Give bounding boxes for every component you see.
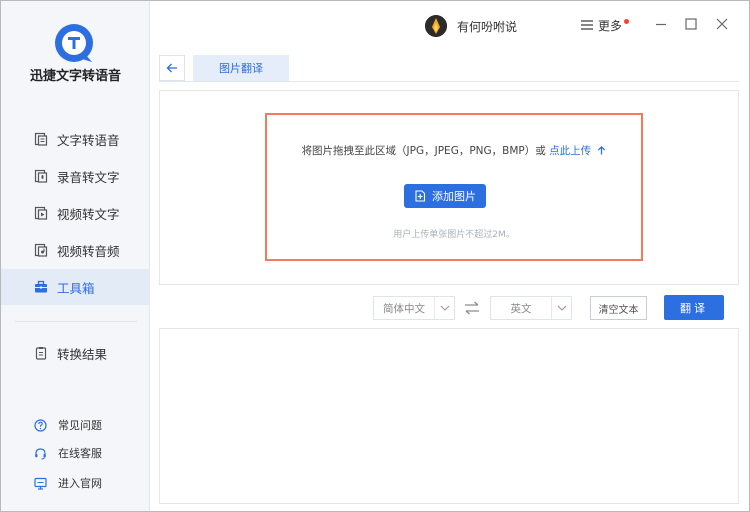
maximize-button[interactable] bbox=[683, 16, 699, 32]
more-label: 更多 bbox=[598, 18, 623, 33]
result-icon bbox=[34, 346, 48, 360]
add-image-button[interactable]: 添加图片 bbox=[404, 184, 486, 208]
user-account[interactable]: 有何吩咐说 bbox=[425, 14, 517, 38]
user-name: 有何吩咐说 bbox=[457, 19, 518, 34]
sidebar-item-label: 视频转音频 bbox=[57, 243, 120, 259]
arrow-left-icon bbox=[166, 63, 177, 73]
swap-icon bbox=[465, 301, 479, 315]
close-icon bbox=[716, 18, 728, 30]
sidebar-faq-label: 常见问题 bbox=[58, 419, 102, 432]
sidebar-item-video-to-audio[interactable]: 视频转音频 bbox=[1, 232, 150, 268]
menu-icon bbox=[581, 20, 593, 30]
sidebar-item-text-to-speech[interactable]: 文字转语音 bbox=[1, 121, 150, 157]
sidebar-divider bbox=[15, 321, 137, 322]
headset-icon bbox=[34, 447, 47, 460]
notification-dot bbox=[624, 18, 630, 24]
avatar bbox=[425, 15, 447, 37]
tab-image-translate[interactable]: 图片翻译 bbox=[193, 55, 289, 81]
image-dropzone[interactable]: 将图片拖拽至此区域（JPG，JPEG，PNG，BMP）或 点此上传 添加图片 用… bbox=[265, 113, 643, 261]
text-doc-icon bbox=[34, 132, 48, 146]
sidebar-item-record-to-text[interactable]: 录音转文字 bbox=[1, 158, 150, 194]
sidebar-item-label: 文字转语音 bbox=[57, 132, 120, 148]
sidebar-faq[interactable]: 常见问题 bbox=[1, 414, 150, 436]
maximize-icon bbox=[685, 18, 697, 30]
sidebar-item-results[interactable]: 转换结果 bbox=[1, 335, 150, 371]
upload-link-label: 点此上传 bbox=[549, 145, 592, 157]
more-menu-button[interactable]: 更多 bbox=[581, 16, 630, 34]
sidebar-item-label: 录音转文字 bbox=[57, 169, 120, 185]
sidebar-official-site[interactable]: 进入官网 bbox=[1, 472, 150, 494]
close-button[interactable] bbox=[714, 16, 730, 32]
sidebar: 迅捷文字转语音 文字转语音 录音转文字 视频转文字 视频转音频 工具箱 转换结果… bbox=[1, 1, 150, 511]
toolbox-icon bbox=[34, 280, 48, 294]
sidebar-item-video-to-text[interactable]: 视频转文字 bbox=[1, 195, 150, 231]
sidebar-customer-service[interactable]: 在线客服 bbox=[1, 442, 150, 464]
translate-button[interactable]: 翻译 bbox=[664, 295, 724, 320]
sidebar-item-label: 工具箱 bbox=[57, 280, 95, 296]
record-icon bbox=[34, 169, 48, 183]
upload-hint: 用户上传单张图片不超过2M。 bbox=[393, 230, 515, 240]
sidebar-service-label: 在线客服 bbox=[58, 447, 102, 460]
app-name: 迅捷文字转语音 bbox=[29, 69, 121, 84]
sidebar-item-label: 转换结果 bbox=[57, 346, 108, 362]
source-language-value: 简体中文 bbox=[383, 302, 425, 315]
minimize-button[interactable] bbox=[653, 16, 669, 32]
monitor-icon bbox=[34, 477, 47, 490]
source-language-select[interactable]: 简体中文 bbox=[373, 296, 455, 320]
app-logo-icon bbox=[55, 24, 93, 62]
app-window: 迅捷文字转语音 文字转语音 录音转文字 视频转文字 视频转音频 工具箱 转换结果… bbox=[0, 0, 750, 512]
swap-languages-button[interactable] bbox=[462, 299, 482, 317]
add-file-icon bbox=[414, 190, 426, 202]
sidebar-item-label: 视频转文字 bbox=[57, 206, 120, 222]
video-icon bbox=[34, 206, 48, 220]
back-button[interactable] bbox=[159, 55, 185, 81]
question-icon bbox=[34, 418, 47, 432]
chevron-down-icon bbox=[551, 297, 571, 319]
clear-text-button[interactable]: 清空文本 bbox=[590, 296, 647, 320]
target-language-value: 英文 bbox=[510, 302, 532, 315]
sidebar-site-label: 进入官网 bbox=[58, 477, 102, 490]
tab-divider bbox=[159, 81, 739, 82]
translation-result-area[interactable] bbox=[159, 328, 739, 504]
chevron-down-icon bbox=[434, 297, 454, 319]
minimize-icon bbox=[656, 23, 666, 26]
sidebar-item-toolbox[interactable]: 工具箱 bbox=[1, 269, 150, 305]
target-language-select[interactable]: 英文 bbox=[490, 296, 572, 320]
add-image-label: 添加图片 bbox=[432, 190, 476, 203]
drop-instructions: 将图片拖拽至此区域（JPG，JPEG，PNG，BMP）或 点此上传 bbox=[267, 143, 641, 158]
upload-link[interactable]: 点此上传 bbox=[549, 145, 606, 157]
video-audio-icon bbox=[34, 243, 48, 257]
arrow-up-icon bbox=[598, 146, 606, 155]
drop-text: 将图片拖拽至此区域（JPG，JPEG，PNG，BMP）或 bbox=[301, 145, 546, 157]
